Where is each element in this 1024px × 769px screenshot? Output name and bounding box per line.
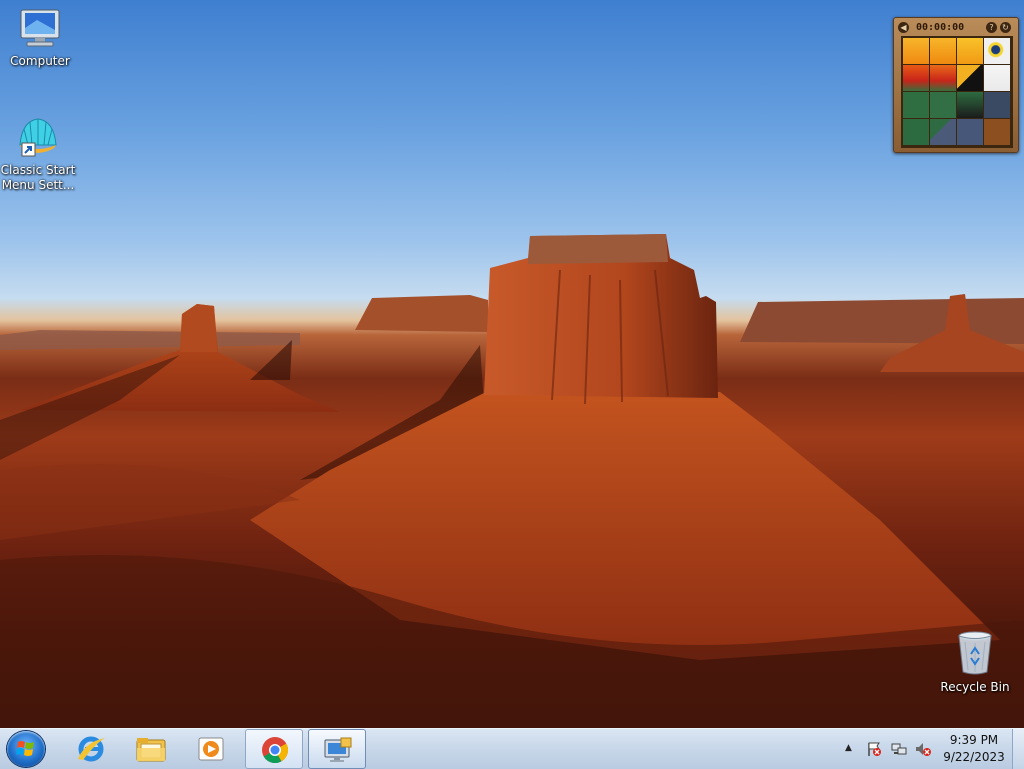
media-player-icon — [198, 737, 224, 761]
puzzle-tile[interactable] — [930, 38, 956, 64]
start-button[interactable] — [7, 731, 45, 767]
puzzle-tile[interactable] — [903, 92, 929, 118]
puzzle-tile[interactable] — [984, 38, 1010, 64]
puzzle-tile[interactable] — [930, 65, 956, 91]
clock-time: 9:39 PM — [949, 733, 999, 747]
taskbar-media-player[interactable] — [182, 729, 240, 769]
help-icon[interactable]: ? — [986, 22, 997, 33]
taskbar: ▲ 9:39 PM 9/22/2023 — [0, 728, 1024, 769]
desktop-icon-computer[interactable]: Computer — [2, 8, 78, 69]
network-icon[interactable] — [891, 741, 907, 757]
gadget-toolbar: ◀ 00:00:00 ? ↻ — [898, 21, 1014, 35]
puzzle-tile[interactable] — [903, 38, 929, 64]
picture-puzzle-gadget[interactable]: ◀ 00:00:00 ? ↻ — [893, 17, 1019, 153]
shell-icon — [19, 118, 57, 157]
gadget-timer: 00:00:00 — [916, 22, 965, 33]
desktop-icon-label: Classic Start Menu Sett... — [0, 163, 76, 192]
desktop-icon-label: Computer — [10, 54, 70, 68]
internet-explorer-icon — [78, 736, 105, 762]
remote-desktop-icon — [324, 737, 352, 762]
puzzle-tile[interactable] — [930, 92, 956, 118]
puzzle-tile[interactable] — [930, 119, 956, 145]
puzzle-tile[interactable] — [903, 119, 929, 145]
puzzle-grid[interactable] — [901, 36, 1013, 148]
chrome-icon — [262, 737, 289, 764]
puzzle-tile[interactable] — [984, 65, 1010, 91]
taskbar-remote-desktop[interactable] — [308, 729, 366, 769]
desktop-icon-label: Recycle Bin — [940, 680, 1010, 694]
show-desktop-button[interactable] — [1012, 729, 1024, 769]
taskbar-internet-explorer[interactable] — [62, 729, 120, 769]
puzzle-tile[interactable] — [984, 92, 1010, 118]
action-center-icon[interactable] — [866, 741, 882, 757]
desktop-icon-recycle-bin[interactable]: Recycle Bin — [937, 630, 1013, 695]
puzzle-tile[interactable] — [957, 119, 983, 145]
computer-icon — [20, 9, 60, 47]
taskbar-file-explorer[interactable] — [122, 729, 180, 769]
puzzle-tile[interactable] — [957, 92, 983, 118]
volume-muted-icon[interactable] — [915, 741, 931, 757]
windows-logo-icon — [16, 741, 34, 756]
desktop: Computer Classic Start Menu Sett... Recy… — [0, 0, 1024, 728]
wallpaper — [0, 234, 1024, 728]
recycle-bin-icon — [958, 631, 992, 675]
puzzle-empty-slot[interactable] — [984, 119, 1010, 145]
desktop-icon-classic-start-menu-settings[interactable]: Classic Start Menu Sett... — [0, 115, 76, 193]
file-explorer-icon — [136, 738, 166, 762]
taskbar-chrome[interactable] — [245, 729, 303, 769]
puzzle-tile[interactable] — [957, 38, 983, 64]
puzzle-tile[interactable] — [903, 65, 929, 91]
clock-date: 9/22/2023 — [943, 750, 1005, 764]
refresh-icon[interactable]: ↻ — [1000, 22, 1011, 33]
puzzle-tile[interactable] — [957, 65, 983, 91]
puzzle-gadget-icon[interactable]: ◀ — [898, 22, 909, 33]
show-hidden-icons-button[interactable]: ▲ — [845, 743, 852, 753]
taskbar-clock[interactable]: 9:39 PM 9/22/2023 — [936, 732, 1012, 766]
